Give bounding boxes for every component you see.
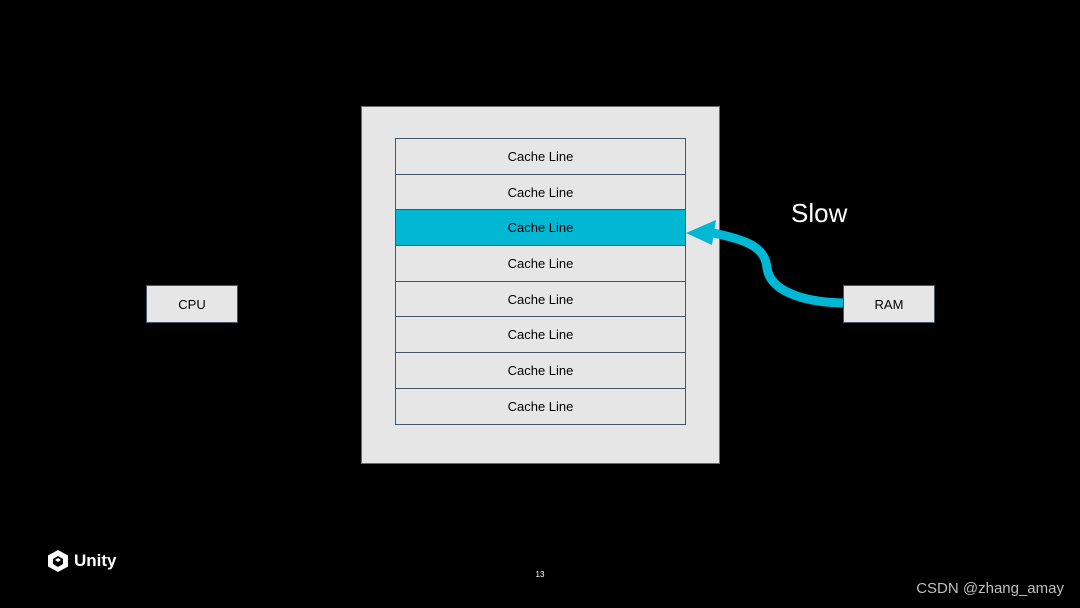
page-number: 13 <box>535 570 545 579</box>
arrow-curve <box>707 227 844 308</box>
ram-box: RAM <box>843 285 935 323</box>
slow-label: Slow <box>791 198 848 228</box>
watermark: CSDN @zhang_amay <box>916 580 1064 597</box>
arrow-head <box>686 220 716 245</box>
unity-logo-text: Unity <box>74 551 117 570</box>
ram-label: RAM <box>874 296 904 312</box>
unity-cube-icon <box>48 550 68 572</box>
unity-logo: Unity <box>47 549 117 573</box>
